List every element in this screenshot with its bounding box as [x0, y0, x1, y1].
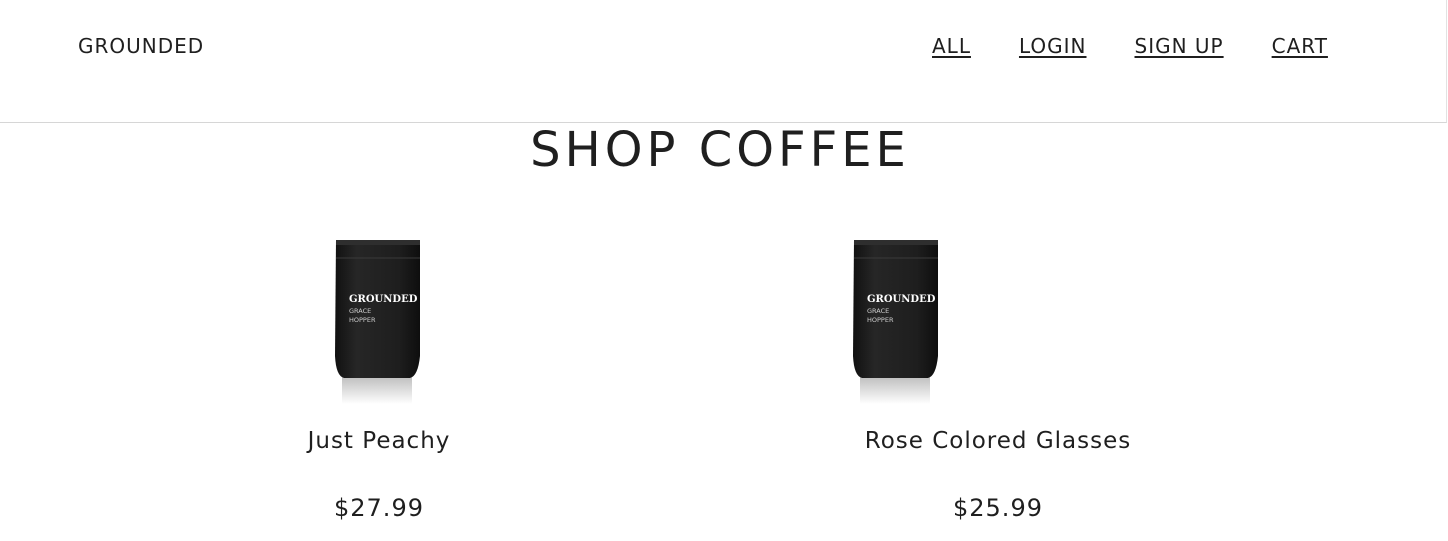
svg-text:GROUNDED: GROUNDED	[349, 294, 418, 305]
product-name[interactable]: Rose Colored Glasses	[808, 428, 1188, 454]
main-nav: ALL LOGIN SIGN UP CART	[932, 34, 1328, 58]
svg-text:GRACE: GRACE	[349, 307, 371, 315]
product-price: $25.99	[953, 494, 1043, 522]
svg-text:GROUNDED: GROUNDED	[867, 294, 936, 305]
page-title: SHOP COFFEE	[530, 122, 910, 178]
top-navigation-bar: GROUNDED ALL LOGIN SIGN UP CART	[0, 0, 1447, 123]
brand-logo-link[interactable]: GROUNDED	[78, 34, 204, 58]
nav-link-login[interactable]: LOGIN	[1019, 34, 1087, 58]
nav-link-all[interactable]: ALL	[932, 34, 971, 58]
svg-text:GRACE: GRACE	[867, 307, 889, 315]
svg-text:HOPPER: HOPPER	[867, 316, 894, 324]
product-image-coffee-bag[interactable]: GROUNDED GRACE HOPPER	[332, 236, 428, 406]
product-card[interactable]: GROUNDED GRACE HOPPER Just Peachy $27.99	[189, 236, 569, 522]
product-price: $27.99	[334, 494, 424, 522]
product-card[interactable]: GROUNDED GRACE HOPPER Rose Colored Glass…	[808, 236, 1188, 522]
nav-link-sign-up[interactable]: SIGN UP	[1135, 34, 1224, 58]
svg-text:HOPPER: HOPPER	[349, 316, 376, 324]
nav-link-cart[interactable]: CART	[1272, 34, 1328, 58]
product-name[interactable]: Just Peachy	[189, 428, 569, 454]
product-image-coffee-bag[interactable]: GROUNDED GRACE HOPPER	[850, 236, 946, 406]
